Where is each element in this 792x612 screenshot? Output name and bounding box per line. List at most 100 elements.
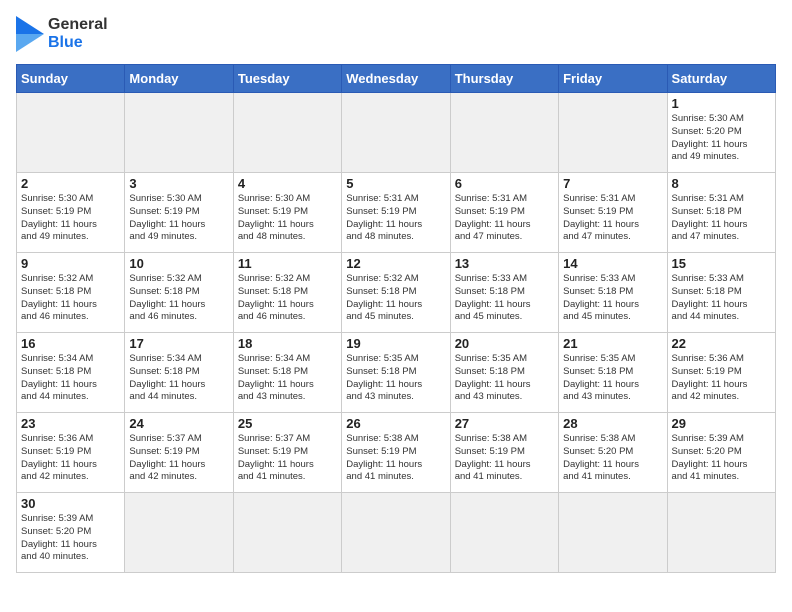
empty-cell: [559, 493, 667, 573]
day-cell-15: 15 Sunrise: 5:33 AM Sunset: 5:18 PM Dayli…: [667, 253, 775, 333]
day-cell-21: 21 Sunrise: 5:35 AM Sunset: 5:18 PM Dayli…: [559, 333, 667, 413]
weekday-header-tuesday: Tuesday: [233, 65, 341, 93]
day-number: 2: [21, 176, 120, 191]
day-cell-1: 1 Sunrise: 5:30 AM Sunset: 5:20 PM Daylig…: [667, 93, 775, 173]
day-cell-11: 11 Sunrise: 5:32 AM Sunset: 5:18 PM Dayli…: [233, 253, 341, 333]
day-cell-14: 14Sunrise: 5:33 AM Sunset: 5:18 PM Dayli…: [559, 253, 667, 333]
empty-cell: [233, 493, 341, 573]
day-info: Sunrise: 5:37 AM Sunset: 5:19 PM Dayligh…: [129, 433, 228, 484]
day-number: 19: [346, 336, 445, 351]
day-info: Sunrise: 5:37 AM Sunset: 5:19 PM Dayligh…: [238, 433, 337, 484]
day-cell-2: 2 Sunrise: 5:30 AM Sunset: 5:19 PM Daylig…: [17, 173, 125, 253]
day-number: 27: [455, 416, 554, 431]
day-cell-30: 30Sunrise: 5:39 AM Sunset: 5:20 PM Dayli…: [17, 493, 125, 573]
calendar-row: 30Sunrise: 5:39 AM Sunset: 5:20 PM Dayli…: [17, 493, 776, 573]
day-cell-10: 10 Sunrise: 5:32 AM Sunset: 5:18 PM Dayli…: [125, 253, 233, 333]
day-info: Sunrise: 5:39 AM Sunset: 5:20 PM Dayligh…: [672, 433, 771, 484]
day-number: 18: [238, 336, 337, 351]
weekday-header-row: SundayMondayTuesdayWednesdayThursdayFrid…: [17, 65, 776, 93]
day-number: 10: [129, 256, 228, 271]
day-info: Sunrise: 5:38 AM Sunset: 5:19 PM Dayligh…: [455, 433, 554, 484]
day-number: 24: [129, 416, 228, 431]
day-number: 7: [563, 176, 662, 191]
day-cell-4: 4 Sunrise: 5:30 AM Sunset: 5:19 PM Daylig…: [233, 173, 341, 253]
day-info: Sunrise: 5:30 AM Sunset: 5:19 PM Dayligh…: [238, 193, 337, 244]
empty-cell: [125, 93, 233, 173]
day-info: Sunrise: 5:33 AM Sunset: 5:18 PM Dayligh…: [455, 273, 554, 324]
day-info: Sunrise: 5:35 AM Sunset: 5:18 PM Dayligh…: [563, 353, 662, 404]
day-cell-22: 22Sunrise: 5:36 AM Sunset: 5:19 PM Dayli…: [667, 333, 775, 413]
day-info: Sunrise: 5:33 AM Sunset: 5:18 PM Dayligh…: [672, 273, 771, 324]
day-cell-16: 16Sunrise: 5:34 AM Sunset: 5:18 PM Dayli…: [17, 333, 125, 413]
empty-cell: [450, 93, 558, 173]
day-cell-23: 23Sunrise: 5:36 AM Sunset: 5:19 PM Dayli…: [17, 413, 125, 493]
calendar-row: 16Sunrise: 5:34 AM Sunset: 5:18 PM Dayli…: [17, 333, 776, 413]
day-info: Sunrise: 5:30 AM Sunset: 5:19 PM Dayligh…: [129, 193, 228, 244]
empty-cell: [667, 493, 775, 573]
day-number: 28: [563, 416, 662, 431]
day-cell-24: 24 Sunrise: 5:37 AM Sunset: 5:19 PM Dayli…: [125, 413, 233, 493]
day-cell-25: 25 Sunrise: 5:37 AM Sunset: 5:19 PM Dayli…: [233, 413, 341, 493]
day-cell-12: 12 Sunrise: 5:32 AM Sunset: 5:18 PM Dayli…: [342, 253, 450, 333]
empty-cell: [233, 93, 341, 173]
day-cell-13: 13 Sunrise: 5:33 AM Sunset: 5:18 PM Dayli…: [450, 253, 558, 333]
empty-cell: [342, 93, 450, 173]
weekday-header-thursday: Thursday: [450, 65, 558, 93]
day-number: 22: [672, 336, 771, 351]
day-number: 25: [238, 416, 337, 431]
day-info: Sunrise: 5:38 AM Sunset: 5:19 PM Dayligh…: [346, 433, 445, 484]
weekday-header-sunday: Sunday: [17, 65, 125, 93]
day-info: Sunrise: 5:35 AM Sunset: 5:18 PM Dayligh…: [455, 353, 554, 404]
day-number: 1: [672, 96, 771, 111]
day-info: Sunrise: 5:34 AM Sunset: 5:18 PM Dayligh…: [21, 353, 120, 404]
day-number: 6: [455, 176, 554, 191]
day-number: 13: [455, 256, 554, 271]
day-number: 4: [238, 176, 337, 191]
day-cell-29: 29 Sunrise: 5:39 AM Sunset: 5:20 PM Dayli…: [667, 413, 775, 493]
weekday-header-saturday: Saturday: [667, 65, 775, 93]
day-cell-20: 20 Sunrise: 5:35 AM Sunset: 5:18 PM Dayli…: [450, 333, 558, 413]
day-info: Sunrise: 5:32 AM Sunset: 5:18 PM Dayligh…: [129, 273, 228, 324]
weekday-header-friday: Friday: [559, 65, 667, 93]
logo: GeneralBlue: [16, 16, 108, 52]
day-info: Sunrise: 5:31 AM Sunset: 5:18 PM Dayligh…: [672, 193, 771, 244]
day-number: 17: [129, 336, 228, 351]
day-info: Sunrise: 5:32 AM Sunset: 5:18 PM Dayligh…: [346, 273, 445, 324]
day-info: Sunrise: 5:38 AM Sunset: 5:20 PM Dayligh…: [563, 433, 662, 484]
weekday-header-monday: Monday: [125, 65, 233, 93]
day-info: Sunrise: 5:30 AM Sunset: 5:20 PM Dayligh…: [672, 113, 771, 164]
empty-cell: [450, 493, 558, 573]
day-number: 8: [672, 176, 771, 191]
day-number: 12: [346, 256, 445, 271]
day-cell-26: 26Sunrise: 5:38 AM Sunset: 5:19 PM Dayli…: [342, 413, 450, 493]
day-cell-6: 6 Sunrise: 5:31 AM Sunset: 5:19 PM Daylig…: [450, 173, 558, 253]
day-cell-8: 8 Sunrise: 5:31 AM Sunset: 5:18 PM Daylig…: [667, 173, 775, 253]
day-number: 21: [563, 336, 662, 351]
calendar-row: 1 Sunrise: 5:30 AM Sunset: 5:20 PM Daylig…: [17, 93, 776, 173]
day-info: Sunrise: 5:31 AM Sunset: 5:19 PM Dayligh…: [563, 193, 662, 244]
day-info: Sunrise: 5:30 AM Sunset: 5:19 PM Dayligh…: [21, 193, 120, 244]
day-info: Sunrise: 5:31 AM Sunset: 5:19 PM Dayligh…: [455, 193, 554, 244]
day-cell-3: 3 Sunrise: 5:30 AM Sunset: 5:19 PM Daylig…: [125, 173, 233, 253]
day-info: Sunrise: 5:32 AM Sunset: 5:18 PM Dayligh…: [238, 273, 337, 324]
day-info: Sunrise: 5:33 AM Sunset: 5:18 PM Dayligh…: [563, 273, 662, 324]
day-number: 5: [346, 176, 445, 191]
logo-triangle-icon: [16, 16, 44, 52]
day-cell-18: 18Sunrise: 5:34 AM Sunset: 5:18 PM Dayli…: [233, 333, 341, 413]
page-header: GeneralBlue: [16, 16, 776, 52]
day-number: 29: [672, 416, 771, 431]
day-number: 15: [672, 256, 771, 271]
day-number: 3: [129, 176, 228, 191]
calendar-table: SundayMondayTuesdayWednesdayThursdayFrid…: [16, 64, 776, 573]
empty-cell: [559, 93, 667, 173]
calendar-row: 9Sunrise: 5:32 AM Sunset: 5:18 PM Daylig…: [17, 253, 776, 333]
empty-cell: [125, 493, 233, 573]
day-number: 20: [455, 336, 554, 351]
day-number: 23: [21, 416, 120, 431]
day-number: 11: [238, 256, 337, 271]
empty-cell: [17, 93, 125, 173]
day-info: Sunrise: 5:34 AM Sunset: 5:18 PM Dayligh…: [129, 353, 228, 404]
day-cell-28: 28 Sunrise: 5:38 AM Sunset: 5:20 PM Dayli…: [559, 413, 667, 493]
calendar-row: 23Sunrise: 5:36 AM Sunset: 5:19 PM Dayli…: [17, 413, 776, 493]
day-cell-19: 19Sunrise: 5:35 AM Sunset: 5:18 PM Dayli…: [342, 333, 450, 413]
